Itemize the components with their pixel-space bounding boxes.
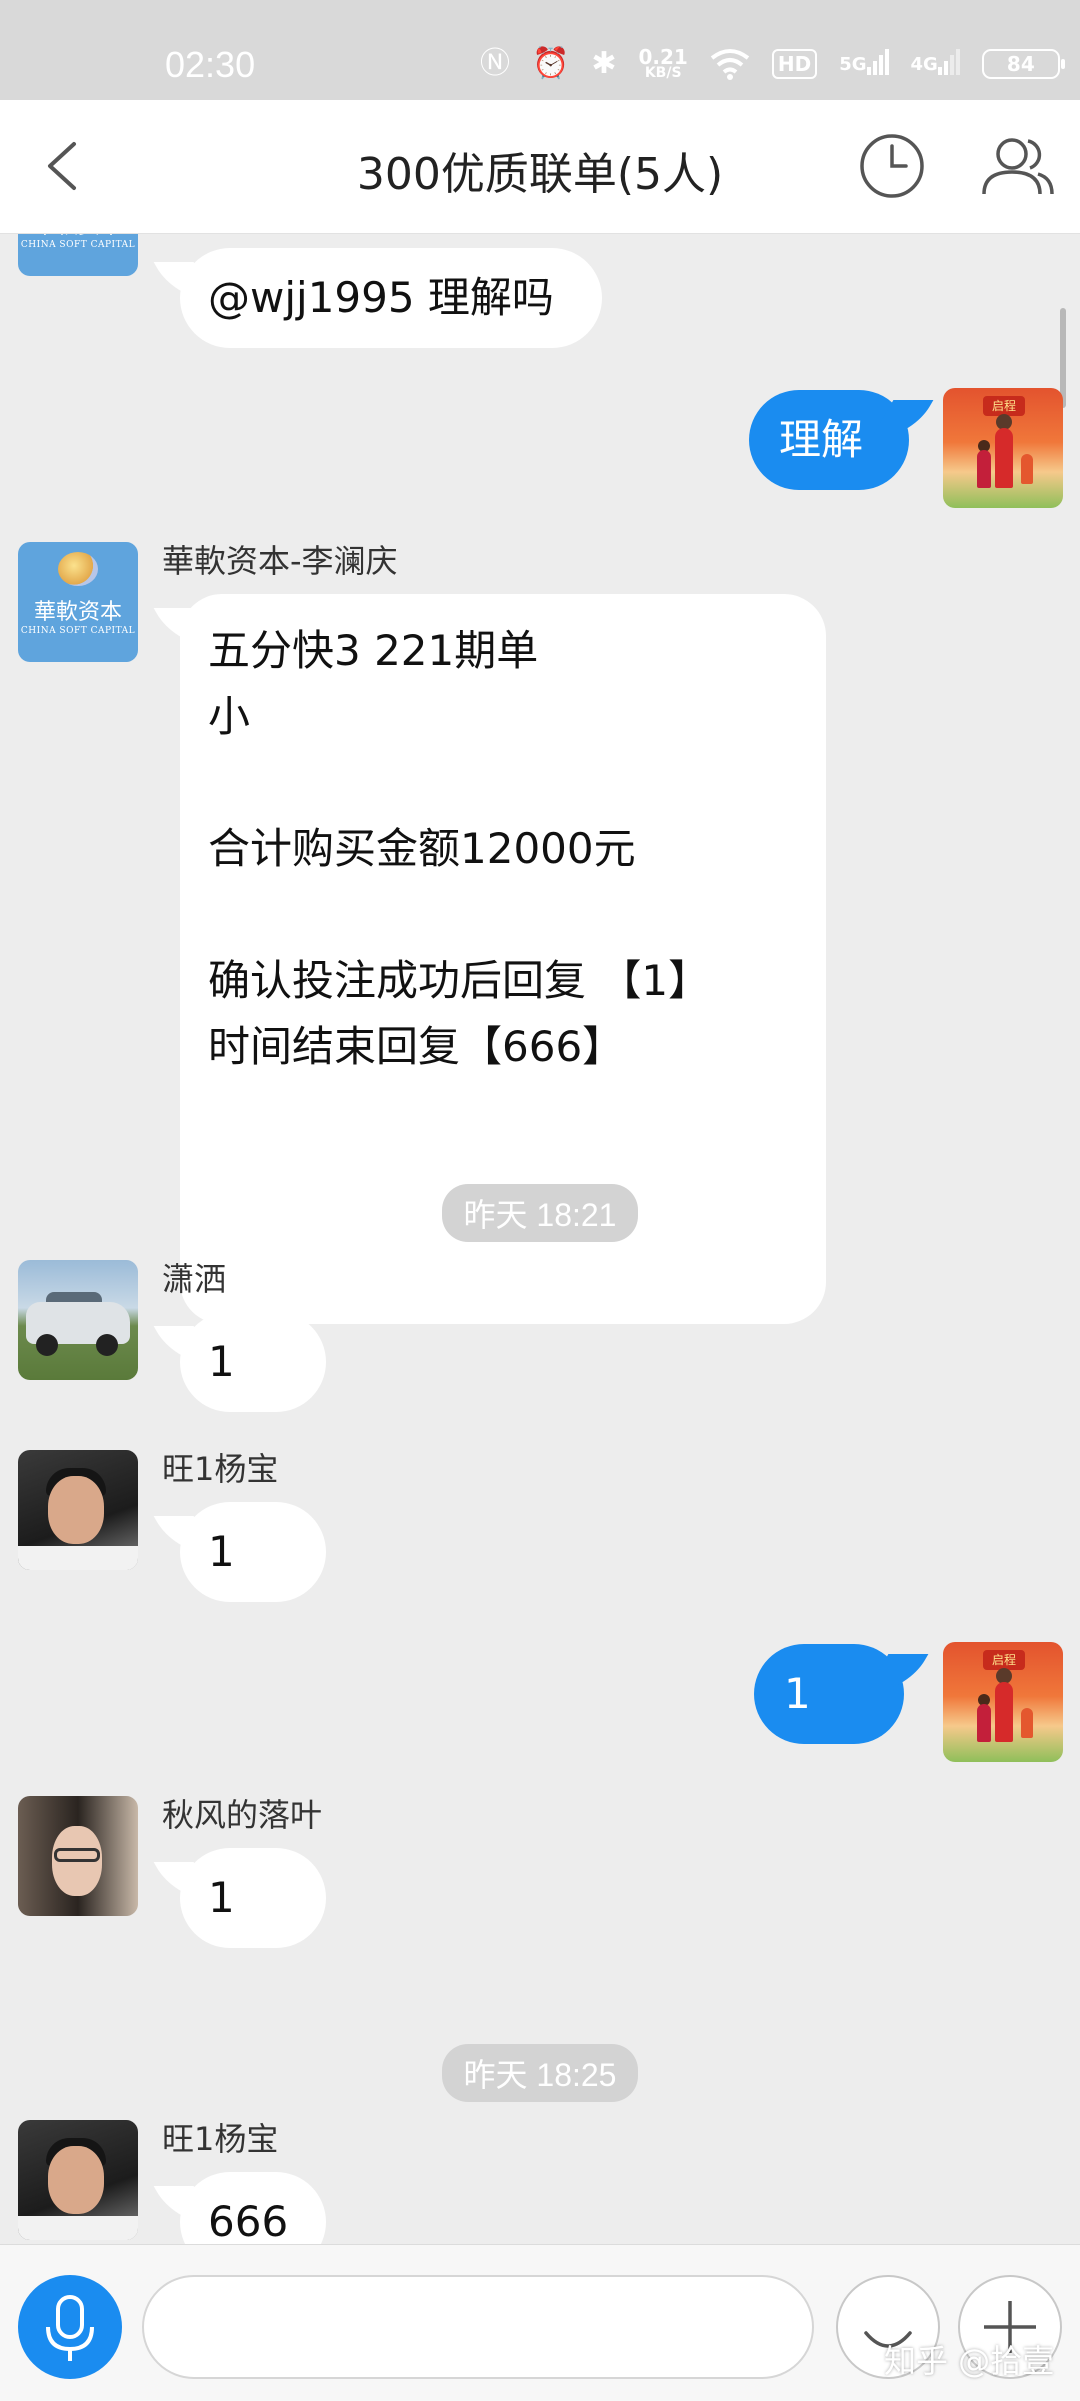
message-bubble[interactable]: 1 <box>180 1848 326 1948</box>
avatar[interactable] <box>18 1796 138 1916</box>
message-bubble[interactable]: 1 <box>180 1312 326 1412</box>
message-list[interactable]: 華軟资本 CHINA SOFT CAPITAL @wjj1995 理解吗 理解 … <box>0 234 1080 2244</box>
voice-button[interactable] <box>18 2275 122 2379</box>
chat-header: 300优质联单(5人) <box>0 100 1080 234</box>
avatar[interactable]: 華軟资本 CHINA SOFT CAPITAL <box>18 542 138 662</box>
signal-5g: 5G <box>839 48 889 75</box>
avatar-self[interactable]: 启程 <box>943 388 1063 508</box>
avatar[interactable]: 華軟资本 CHINA SOFT CAPITAL <box>18 234 138 276</box>
sender-name: 潇洒 <box>162 1260 227 1298</box>
status-time: 02:30 <box>165 44 256 85</box>
message-bubble-outgoing[interactable]: 理解 <box>749 390 909 490</box>
members-icon[interactable] <box>980 132 1054 200</box>
signal-bars-icon <box>937 48 960 75</box>
message-bubble-outgoing[interactable]: 1 <box>754 1644 904 1744</box>
clock-icon[interactable] <box>858 132 926 200</box>
message-bubble[interactable]: 1 <box>180 1502 326 1602</box>
battery-indicator: 84 <box>981 49 1065 79</box>
sender-name: 旺1杨宝 <box>162 1450 279 1488</box>
nfc-icon: Ⓝ <box>480 46 510 81</box>
hd-badge: HD <box>771 49 818 79</box>
status-icons: Ⓝ ⏰ ✱ 0.21 KB/S HD 5G 4G 84 <box>480 44 1065 84</box>
avatar[interactable] <box>18 1450 138 1570</box>
avatar[interactable] <box>18 1260 138 1380</box>
sender-name: 秋风的落叶 <box>162 1796 323 1834</box>
message-input[interactable] <box>142 2275 814 2379</box>
sender-name: 華軟资本-李澜庆 <box>162 542 398 580</box>
sender-name: 旺1杨宝 <box>162 2120 279 2158</box>
alarm-icon: ⏰ <box>532 46 570 81</box>
network-speed: 0.21 KB/S <box>638 45 688 81</box>
microphone-icon <box>46 2295 94 2361</box>
bluetooth-icon: ✱ <box>591 46 617 81</box>
message-bubble[interactable]: 666 <box>180 2172 326 2244</box>
timestamp: 昨天 18:21 <box>0 1184 1080 1242</box>
signal-bars-icon <box>866 48 889 75</box>
timestamp: 昨天 18:25 <box>0 2044 1080 2102</box>
signal-4g: 4G <box>911 48 960 75</box>
avatar-self[interactable]: 启程 <box>943 1642 1063 1762</box>
watermark: 知乎 @拾壹 <box>884 2342 1055 2380</box>
message-bubble[interactable]: @wjj1995 理解吗 <box>180 248 602 348</box>
wifi-icon <box>710 49 750 80</box>
avatar[interactable] <box>18 2120 138 2240</box>
status-bar: 02:30 Ⓝ ⏰ ✱ 0.21 KB/S HD 5G 4G 84 <box>0 0 1080 100</box>
